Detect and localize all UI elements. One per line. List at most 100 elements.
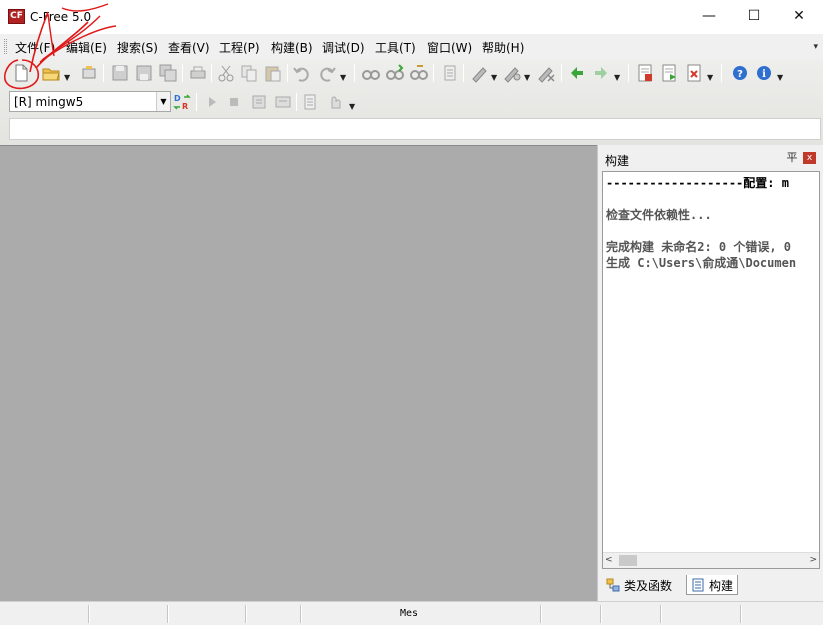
panel-header: 构建 平 x (602, 149, 820, 169)
goto-line-icon[interactable] (439, 62, 461, 84)
toolbar-separator (354, 64, 355, 82)
toolbar-separator (463, 64, 464, 82)
panel-title: 构建 (605, 154, 630, 168)
switch-config-icon[interactable]: DR (171, 91, 193, 113)
step-over-icon[interactable] (272, 91, 294, 113)
find-icon[interactable] (360, 62, 382, 84)
new-file-icon[interactable] (10, 62, 32, 84)
run-icon[interactable] (201, 91, 223, 113)
undo-icon[interactable] (291, 62, 313, 84)
cut-icon[interactable] (215, 62, 237, 84)
step-into-icon[interactable] (248, 91, 270, 113)
paste-icon[interactable] (262, 62, 284, 84)
help-icon[interactable]: ? (729, 62, 751, 84)
replace-icon[interactable] (408, 62, 430, 84)
back-icon[interactable] (566, 62, 588, 84)
editor-area[interactable] (0, 145, 597, 601)
build-output-icon (691, 578, 705, 592)
help-dropdown-chevron[interactable]: ▼ (777, 73, 783, 82)
print-icon[interactable] (187, 62, 209, 84)
breakpoint-icon[interactable] (300, 91, 322, 113)
close-button[interactable]: ✕ (776, 0, 822, 32)
menu-window[interactable]: 窗口(W) (427, 39, 472, 56)
minimize-button[interactable]: — (686, 0, 732, 32)
status-divider (740, 605, 742, 623)
toolbar-separator (296, 93, 297, 111)
forward-icon[interactable] (590, 62, 612, 84)
svg-text:?: ? (737, 69, 743, 80)
open-dropdown-chevron[interactable]: ▼ (64, 73, 70, 82)
menu-tools[interactable]: 工具(T) (375, 39, 416, 56)
status-divider (245, 605, 247, 623)
rebuild-icon[interactable] (683, 62, 705, 84)
output-line: 完成构建 未命名2: 0 个错误, 0 (606, 240, 792, 254)
tab-label: 构建 (709, 579, 734, 593)
scroll-right-icon[interactable]: > (809, 555, 817, 565)
maximize-button[interactable]: ☐ (731, 0, 777, 32)
svg-text:D: D (174, 94, 181, 103)
toolbar-build: [R] mingw5 ▼ DR ▼ (0, 88, 823, 116)
tab-class-functions[interactable]: 类及函数 (602, 575, 676, 595)
build-dropdown-chevron[interactable]: ▼ (707, 73, 713, 82)
build-output[interactable]: -------------------配置: m 检查文件依赖性... 完成构建… (602, 171, 820, 569)
chevron-down-icon[interactable]: ▼ (156, 92, 170, 111)
panel-close-icon[interactable]: x (803, 152, 816, 164)
status-divider (540, 605, 542, 623)
tab-build[interactable]: 构建 (686, 575, 739, 595)
scroll-thumb[interactable] (619, 555, 637, 566)
reopen-icon[interactable] (78, 62, 100, 84)
menu-build[interactable]: 构建(B) (271, 39, 313, 56)
menu-grip[interactable] (4, 39, 7, 54)
build-panel: 构建 平 x -------------------配置: m 检查文件依赖性.… (597, 145, 823, 601)
horizontal-scrollbar[interactable]: < > (603, 552, 819, 568)
toolbar-separator (182, 64, 183, 82)
forward-dropdown-chevron[interactable]: ▼ (614, 73, 620, 82)
menu-help[interactable]: 帮助(H) (482, 39, 524, 56)
toggle-bookmark-icon[interactable] (469, 62, 491, 84)
save-icon[interactable] (109, 62, 131, 84)
redo-dropdown-chevron[interactable]: ▼ (340, 73, 346, 82)
svg-text:i: i (762, 69, 766, 80)
clear-bookmarks-icon[interactable] (535, 62, 557, 84)
build-icon[interactable] (658, 62, 680, 84)
menu-search[interactable]: 搜索(S) (117, 39, 158, 56)
debug-dropdown-chevron[interactable]: ▼ (349, 102, 355, 111)
save-all-icon[interactable] (157, 62, 179, 84)
tab-label: 类及函数 (624, 579, 673, 593)
menu-file[interactable]: 文件(F) (15, 39, 55, 56)
output-line: 生成 C:\Users\俞成通\Documen (606, 256, 797, 270)
status-divider (660, 605, 662, 623)
build-config-value: [R] mingw5 (14, 95, 84, 109)
status-divider (600, 605, 602, 623)
find-next-icon[interactable] (384, 62, 406, 84)
bookmark-next-dropdown-chevron[interactable]: ▼ (524, 73, 530, 82)
toolbar-separator (103, 64, 104, 82)
compile-icon[interactable] (634, 62, 656, 84)
svg-text:R: R (182, 102, 188, 111)
menu-overflow-chevron[interactable]: ▾ (813, 42, 818, 52)
title-bar: CF C-Free 5.0 — ☐ ✕ (0, 0, 823, 34)
panel-tabs: 类及函数 构建 (602, 573, 820, 597)
bookmark-dropdown-chevron[interactable]: ▼ (491, 73, 497, 82)
class-tree-icon (606, 578, 620, 592)
command-input[interactable] (9, 118, 821, 140)
status-divider (167, 605, 169, 623)
status-bar: Mes (0, 601, 823, 625)
build-config-select[interactable]: [R] mingw5 ▼ (9, 91, 171, 112)
menu-project[interactable]: 工程(P) (219, 39, 260, 56)
bookmark-next-icon[interactable] (501, 62, 523, 84)
app-icon: CF (8, 9, 25, 24)
copy-icon[interactable] (238, 62, 260, 84)
menu-edit[interactable]: 编辑(E) (66, 39, 107, 56)
menu-debug[interactable]: 调试(D) (322, 39, 365, 56)
toolbar-separator (561, 64, 562, 82)
menu-view[interactable]: 查看(V) (168, 39, 210, 56)
pin-icon[interactable]: 平 (786, 152, 798, 164)
redo-icon[interactable] (316, 62, 338, 84)
scroll-left-icon[interactable]: < (605, 555, 613, 565)
open-folder-icon[interactable] (40, 62, 62, 84)
save-as-icon[interactable] (133, 62, 155, 84)
info-icon[interactable]: i (753, 62, 775, 84)
stop-icon[interactable] (223, 91, 245, 113)
watch-icon[interactable] (325, 91, 347, 113)
